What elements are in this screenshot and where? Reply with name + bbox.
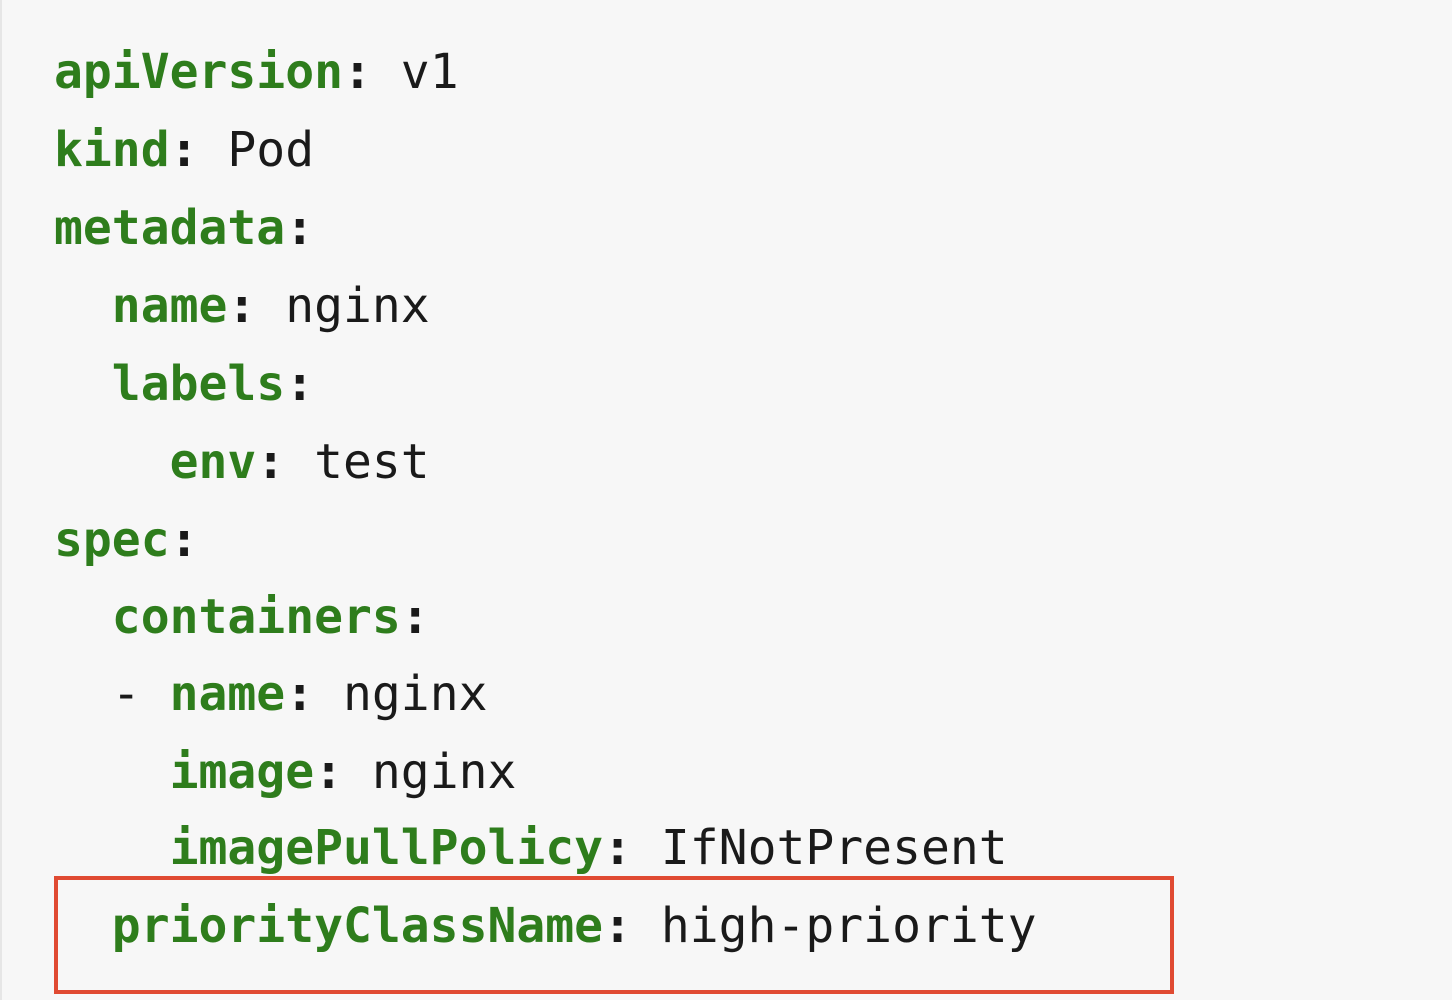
code-line-metadata: metadata: <box>54 200 315 256</box>
yaml-key: imagePullPolicy <box>169 820 604 876</box>
yaml-value: nginx <box>256 278 430 334</box>
yaml-key: image <box>169 744 315 800</box>
code-line-spec: spec: <box>54 512 199 568</box>
yaml-key: priorityClassName <box>111 898 604 954</box>
code-line-metadata-name: name: nginx <box>111 278 430 334</box>
yaml-value: nginx <box>314 666 488 722</box>
code-line-labels: labels: <box>111 356 315 412</box>
yaml-code-block: apiVersion: v1 kind: Pod metadata: name:… <box>0 0 1452 1000</box>
code-line-image: image: nginx <box>169 744 517 800</box>
yaml-value: IfNotPresent <box>631 820 1008 876</box>
code-line-container-name: - name: nginx <box>54 666 488 722</box>
yaml-key: spec <box>54 512 170 568</box>
yaml-value: nginx <box>343 744 517 800</box>
yaml-key: apiVersion <box>54 44 343 100</box>
code-line-containers: containers: <box>111 589 430 645</box>
yaml-key: containers <box>111 589 401 645</box>
code-line-priority-class-name: priorityClassName: high-priority <box>111 898 1037 954</box>
yaml-key: env <box>169 434 257 490</box>
yaml-value: test <box>285 434 430 490</box>
yaml-value: v1 <box>371 44 459 100</box>
code-line-apiversion: apiVersion: v1 <box>54 44 459 100</box>
yaml-key: name <box>111 278 228 334</box>
yaml-key: metadata <box>54 200 286 256</box>
yaml-value: Pod <box>198 122 315 178</box>
code-line-kind: kind: Pod <box>54 122 315 178</box>
code-line-env: env: test <box>169 434 430 490</box>
code-line-image-pull-policy: imagePullPolicy: IfNotPresent <box>169 820 1008 876</box>
yaml-key: kind <box>54 122 170 178</box>
yaml-key: labels <box>111 356 286 412</box>
yaml-value: high-priority <box>631 898 1037 954</box>
yaml-key: name <box>169 666 286 722</box>
